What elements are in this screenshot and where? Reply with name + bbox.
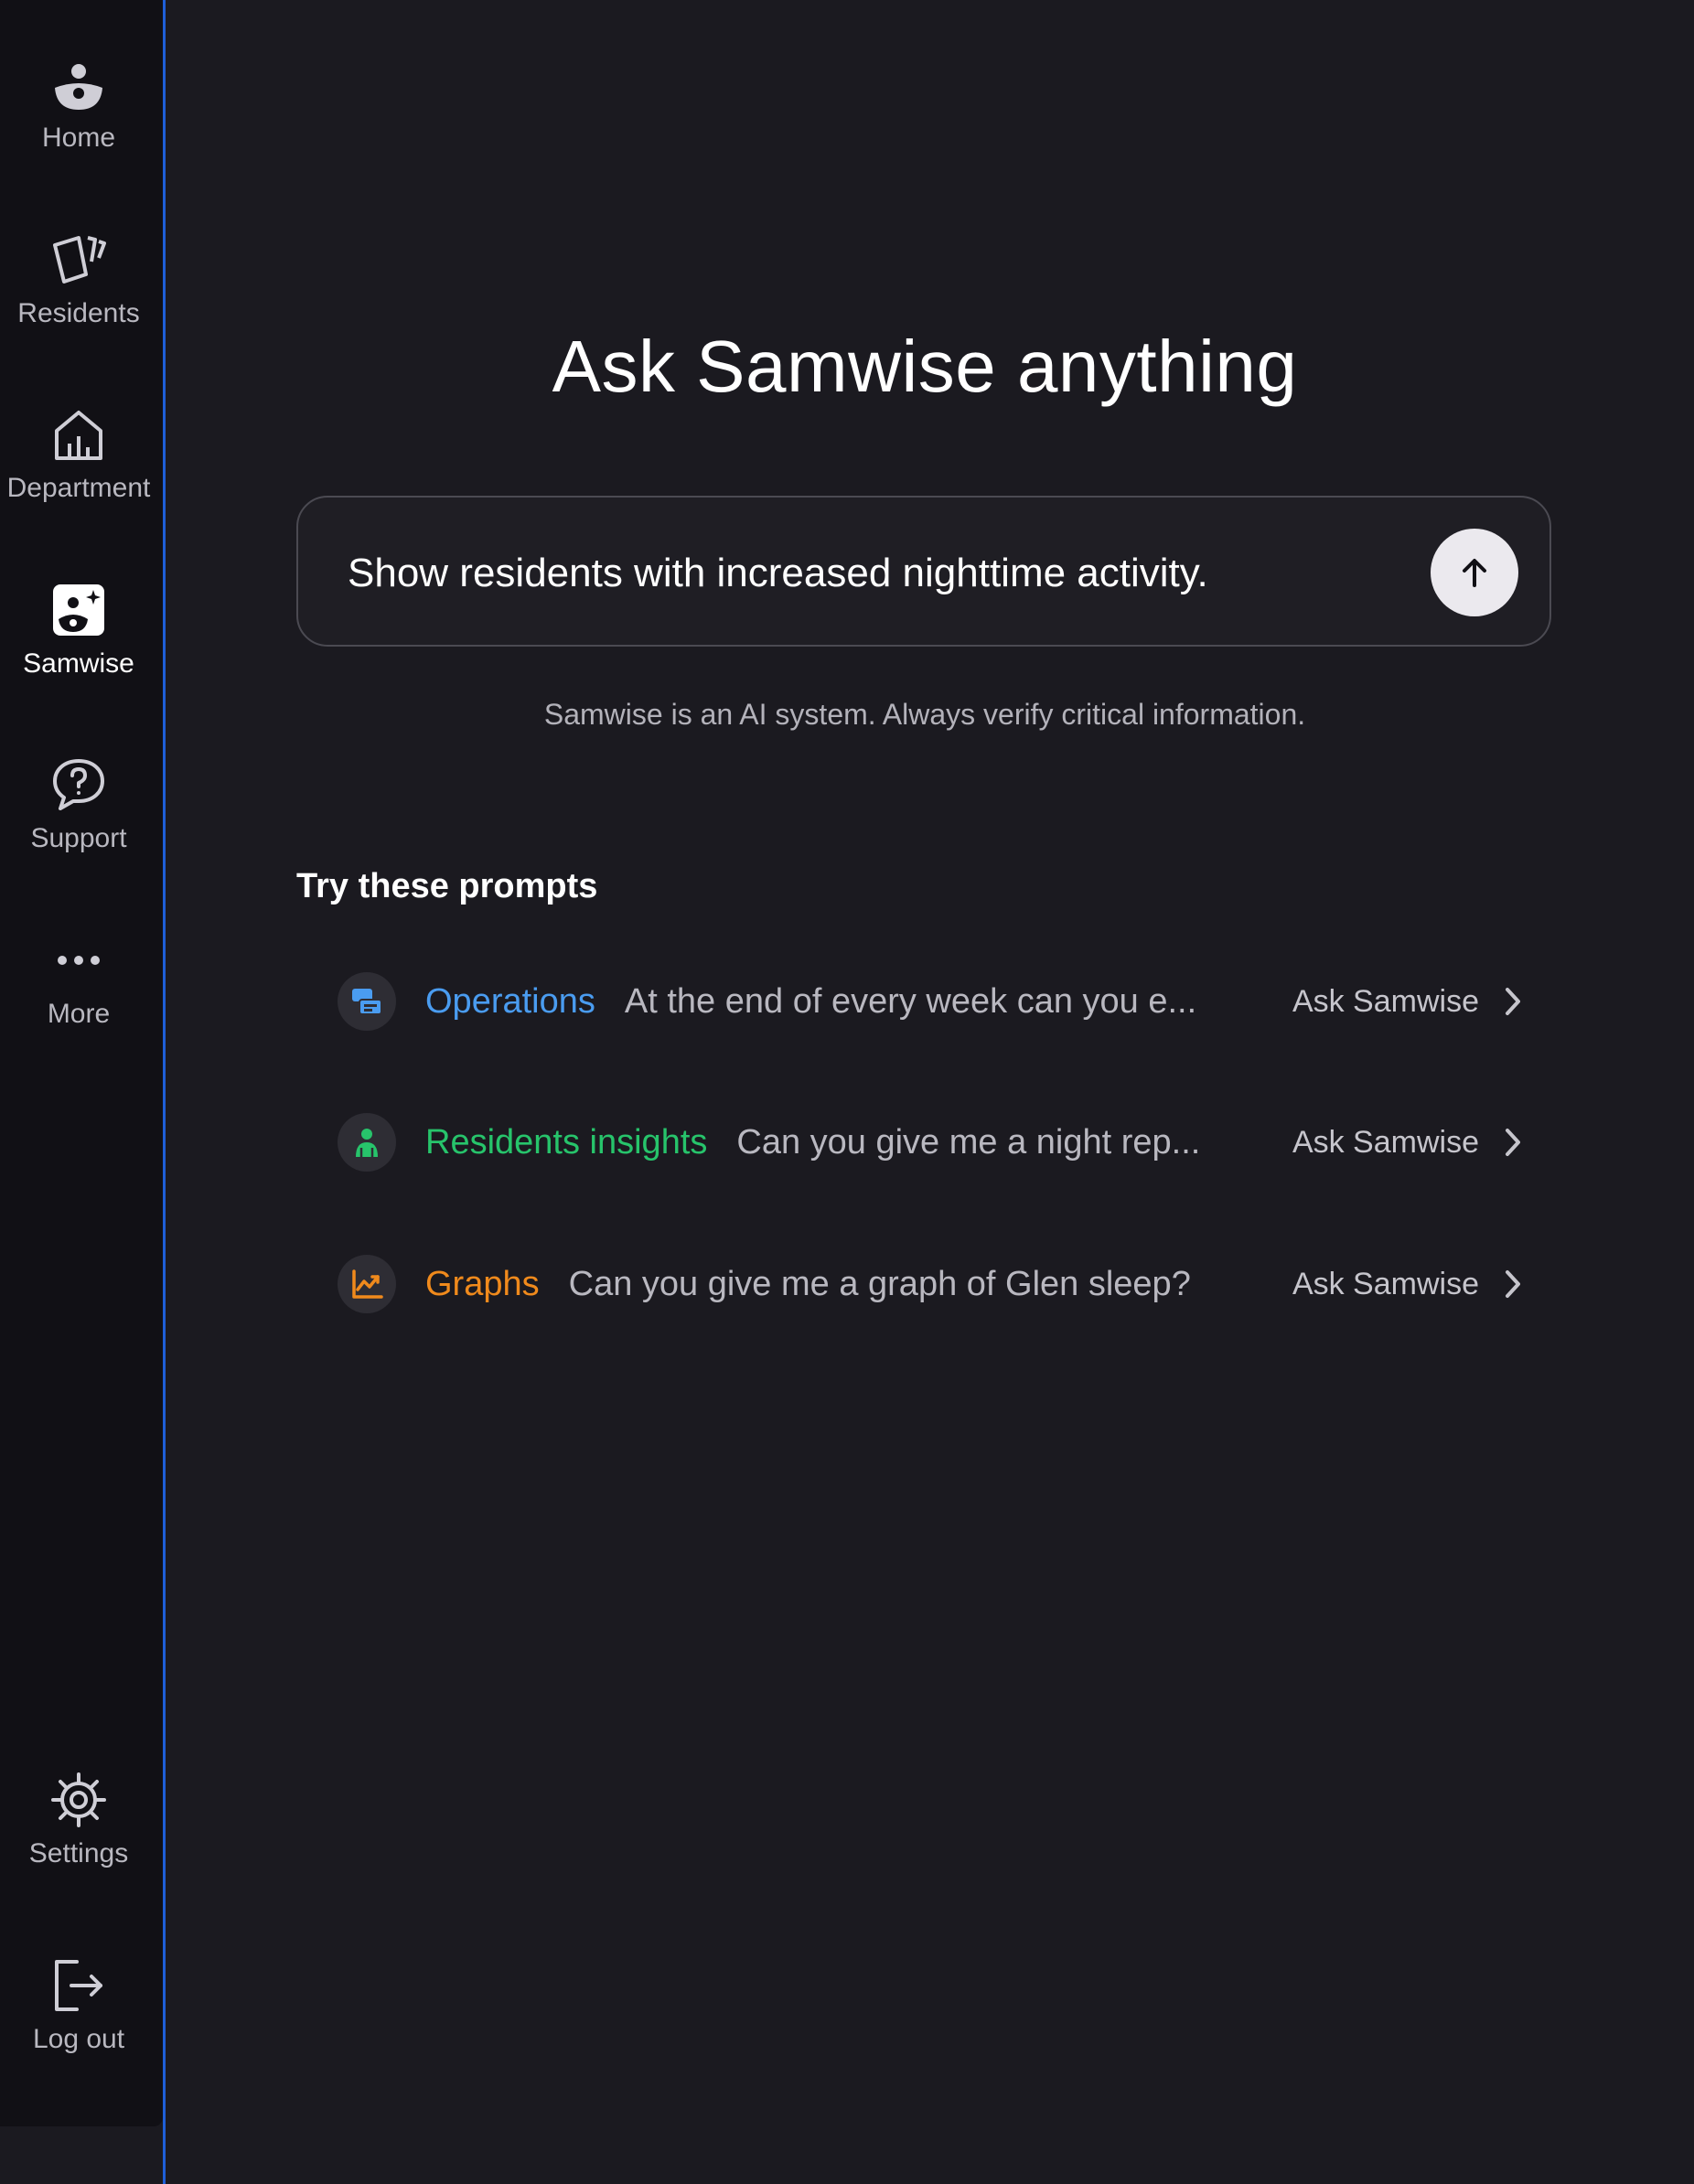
- ask-samwise-link[interactable]: Ask Samwise: [1292, 1267, 1479, 1302]
- prompt-category: Graphs: [425, 1264, 540, 1303]
- prompt-category: Operations: [425, 981, 595, 1021]
- sidebar-item-settings[interactable]: Settings: [0, 1771, 157, 1869]
- more-icon: [49, 931, 108, 990]
- prompt-text: Can you give me a night rep...: [736, 1122, 1201, 1162]
- sidebar-item-residents[interactable]: Residents: [0, 230, 157, 329]
- prompt-text: Can you give me a graph of Glen sleep?: [568, 1264, 1191, 1303]
- ai-disclaimer: Samwise is an AI system. Always verify c…: [543, 698, 1306, 731]
- chat-input[interactable]: [348, 534, 1399, 612]
- chevron-right-icon: [1499, 1124, 1527, 1161]
- prompts-heading: Try these prompts: [296, 867, 598, 905]
- samwise-icon: [49, 581, 108, 639]
- prompt-row-graphs[interactable]: Graphs Can you give me a graph of Glen s…: [338, 1252, 1527, 1316]
- residents-icon: [49, 230, 108, 289]
- sidebar: Home Residents Department Samwise Suppor…: [0, 0, 163, 2184]
- logout-icon: [49, 1956, 108, 2015]
- page-title: Ask Samwise anything: [552, 326, 1298, 407]
- sidebar-item-label: Home: [41, 123, 116, 153]
- support-icon: [49, 755, 108, 814]
- operations-icon: [338, 972, 396, 1031]
- graph-icon: [338, 1255, 396, 1313]
- arrow-up-icon: [1463, 559, 1486, 587]
- sidebar-item-samwise[interactable]: Samwise: [0, 581, 157, 680]
- sidebar-item-label: Department: [6, 473, 151, 503]
- prompt-text: At the end of every week can you e...: [624, 981, 1197, 1021]
- ask-samwise-link[interactable]: Ask Samwise: [1292, 1125, 1479, 1161]
- sidebar-item-label: Samwise: [23, 648, 134, 679]
- main-content: Ask Samwise anything Samwise is an AI sy…: [166, 0, 1694, 2184]
- sidebar-item-support[interactable]: Support: [0, 755, 157, 854]
- prompt-row-operations[interactable]: Operations At the end of every week can …: [338, 969, 1527, 1033]
- sidebar-item-label: Settings: [28, 1838, 129, 1868]
- send-button[interactable]: [1431, 529, 1518, 616]
- department-icon: [49, 405, 108, 464]
- sidebar-item-label: Log out: [32, 2024, 125, 2054]
- sidebar-item-label: More: [47, 999, 111, 1029]
- chevron-right-icon: [1499, 1266, 1527, 1302]
- chat-box: [296, 496, 1551, 647]
- sidebar-item-department[interactable]: Department: [0, 405, 157, 504]
- prompt-category: Residents insights: [425, 1122, 708, 1162]
- sidebar-item-home[interactable]: Home: [0, 55, 157, 154]
- ask-samwise-link[interactable]: Ask Samwise: [1292, 984, 1479, 1020]
- sidebar-item-more[interactable]: More: [0, 931, 157, 1030]
- prompt-row-residents-insights[interactable]: Residents insights Can you give me a nig…: [338, 1110, 1527, 1174]
- chevron-right-icon: [1499, 983, 1527, 1020]
- gear-icon: [49, 1771, 108, 1829]
- resident-insights-icon: [338, 1113, 396, 1172]
- sidebar-item-label: Support: [30, 823, 127, 853]
- sidebar-item-logout[interactable]: Log out: [0, 1956, 157, 2055]
- sidebar-item-label: Residents: [17, 298, 140, 328]
- home-icon: [49, 55, 108, 113]
